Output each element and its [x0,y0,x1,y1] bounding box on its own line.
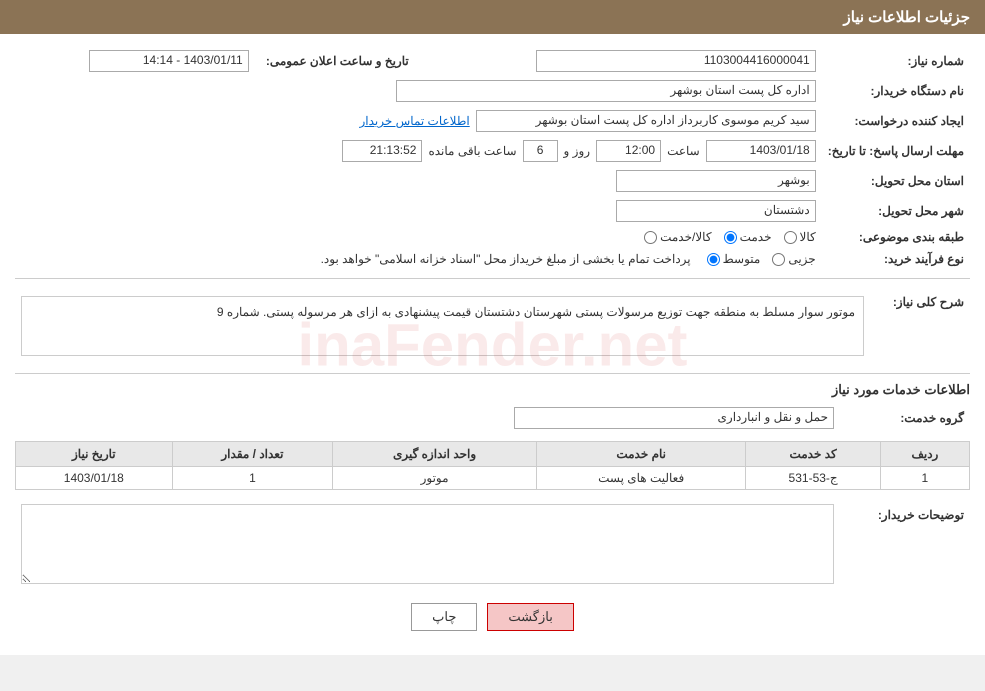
buyer-desc-textarea[interactable] [21,504,834,584]
print-button[interactable]: چاپ [411,603,477,631]
description-box: موتور سوار مسلط به منطقه جهت توزیع مرسول… [21,296,864,356]
divider-1 [15,278,970,279]
buyer-org-label: نام دستگاه خریدار: [822,76,970,106]
process-jozi-option[interactable]: جزیی [772,252,815,266]
category-kala-radio[interactable] [784,231,797,244]
category-value: کالا خدمت کالا/خدمت [15,226,822,248]
back-button[interactable]: بازگشت [487,603,573,631]
process-motevaset-option[interactable]: متوسط [707,252,761,266]
province-value: بوشهر [15,166,822,196]
process-motevaset-radio[interactable] [707,253,720,266]
category-both-radio[interactable] [644,231,657,244]
info-table-top: شماره نیاز: 1103004416000041 تاریخ و ساع… [15,46,970,270]
cell-qty: 1 [172,467,333,490]
buyer-desc-label: توضیحات خریدار: [840,500,970,591]
deadline-date-input: 1403/01/18 [706,140,816,162]
col-header-date: تاریخ نیاز [16,442,173,467]
page-wrapper: جزئیات اطلاعات نیاز inaFender.net شماره … [0,0,985,655]
need-number-input: 1103004416000041 [536,50,816,72]
col-header-code: کد خدمت [746,442,880,467]
description-content: موتور سوار مسلط به منطقه جهت توزیع مرسول… [15,287,870,365]
cell-unit: موتور [333,467,537,490]
category-khedmat-radio[interactable] [724,231,737,244]
city-value: دشتستان [15,196,822,226]
page-header: جزئیات اطلاعات نیاز [0,0,985,34]
description-table: شرح کلی نیاز: موتور سوار مسلط به منطقه ج… [15,287,970,365]
category-kala-option[interactable]: کالا [784,230,816,244]
creator-value-cell: سید کریم موسوی کاربرداز اداره کل پست است… [15,106,822,136]
process-jozi-radio[interactable] [772,253,785,266]
province-label: استان محل تحویل: [822,166,970,196]
deadline-label: مهلت ارسال پاسخ: تا تاریخ: [822,136,970,166]
category-label: طبقه بندی موضوعی: [822,226,970,248]
need-number-value: 1103004416000041 [415,46,822,76]
service-group-value: حمل و نقل و انبارداری [15,403,840,433]
deadline-remaining-input: 21:13:52 [342,140,422,162]
announce-value-cell: 1403/01/11 - 14:14 [15,46,255,76]
category-both-option[interactable]: کالا/خدمت [644,230,711,244]
cell-date: 1403/01/18 [16,467,173,490]
creator-input: سید کریم موسوی کاربرداز اداره کل پست است… [476,110,816,132]
deadline-time-input: 12:00 [596,140,661,162]
description-label: شرح کلی نیاز: [870,287,970,365]
process-label: نوع فرآیند خرید: [822,248,970,270]
process-value: جزیی متوسط پرداخت تمام یا بخشی از مبلغ خ… [15,248,822,270]
province-input: بوشهر [616,170,816,192]
buyer-org-input: اداره کل پست استان بوشهر [396,80,816,102]
services-table: ردیف کد خدمت نام خدمت واحد اندازه گیری ت… [15,441,970,490]
col-header-unit: واحد اندازه گیری [333,442,537,467]
need-number-label: شماره نیاز: [822,46,970,76]
buttons-row: بازگشت چاپ [15,603,970,631]
col-header-row: ردیف [880,442,969,467]
service-group-label: گروه خدمت: [840,403,970,433]
process-notice: پرداخت تمام یا بخشی از مبلغ خریداز محل "… [321,252,691,266]
buyer-desc-table: توضیحات خریدار: [15,500,970,591]
table-row: 1 ج-53-531 فعالیت های پست موتور 1 1403/0… [16,467,970,490]
main-content: inaFender.net شماره نیاز: 11030044160000… [0,34,985,655]
creator-label: ایجاد کننده درخواست: [822,106,970,136]
deadline-days-label: روز و [564,144,591,158]
service-group-input: حمل و نقل و انبارداری [514,407,834,429]
services-section-title: اطلاعات خدمات مورد نیاز [15,382,970,398]
cell-row: 1 [880,467,969,490]
creator-contact-link[interactable]: اطلاعات تماس خریدار [360,114,470,128]
deadline-row: 1403/01/18 ساعت 12:00 روز و 6 ساعت باقی … [15,136,822,166]
city-input: دشتستان [616,200,816,222]
divider-2 [15,373,970,374]
service-group-table: گروه خدمت: حمل و نقل و انبارداری [15,403,970,433]
cell-name: فعالیت های پست [536,467,746,490]
deadline-days-input: 6 [523,140,558,162]
announce-input: 1403/01/11 - 14:14 [89,50,249,72]
buyer-org-value: اداره کل پست استان بوشهر [15,76,822,106]
category-khedmat-option[interactable]: خدمت [724,230,772,244]
col-header-name: نام خدمت [536,442,746,467]
city-label: شهر محل تحویل: [822,196,970,226]
cell-code: ج-53-531 [746,467,880,490]
deadline-remaining-label: ساعت باقی مانده [428,144,516,158]
buyer-desc-content [15,500,840,591]
deadline-time-label: ساعت [667,144,700,158]
col-header-qty: تعداد / مقدار [172,442,333,467]
page-title: جزئیات اطلاعات نیاز [844,9,971,26]
announce-label: تاریخ و ساعت اعلان عمومی: [266,54,409,68]
